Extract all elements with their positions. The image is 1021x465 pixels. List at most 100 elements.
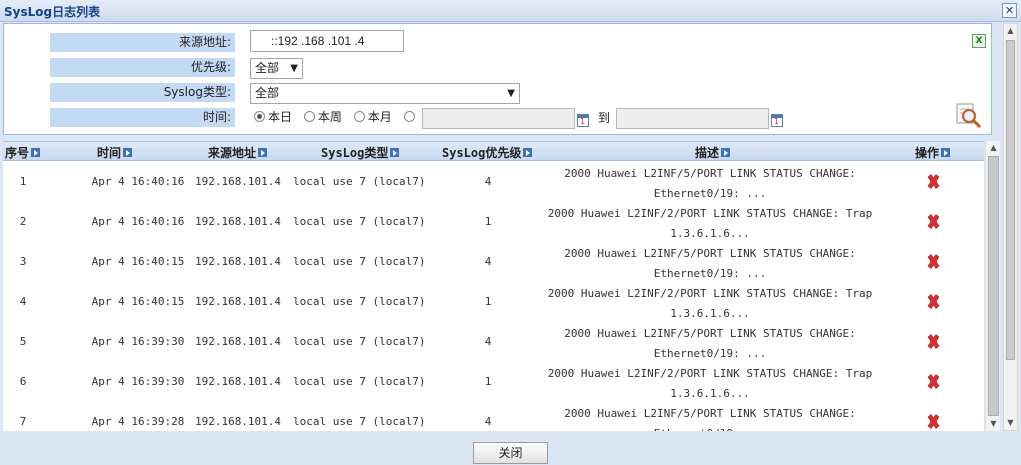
description-line: 2000 Huawei L2INF/5/PORT LINK STATUS CHA… bbox=[564, 327, 856, 340]
delete-x-icon[interactable] bbox=[926, 374, 941, 389]
table-row: 4 Apr 4 16:40:15 192.168.101.4 local use 7 … bbox=[3, 281, 984, 321]
cell-description: 2000 Huawei L2INF/2/PORT LINK STATUS CHA… bbox=[543, 284, 877, 324]
cell-priority: 1 bbox=[484, 215, 492, 228]
time-option-month[interactable]: 本月 bbox=[353, 108, 392, 127]
cell-description: 2000 Huawei L2INF/2/PORT LINK STATUS CHA… bbox=[543, 364, 877, 404]
calendar-icon[interactable] bbox=[577, 114, 589, 127]
search-magnifier-icon[interactable] bbox=[954, 101, 984, 131]
time-options: 本日 本周 本月 bbox=[254, 108, 426, 127]
source-filter-row: 来源地址: ::192 .168 .101 .4 bbox=[4, 30, 993, 54]
cell-priority: 4 bbox=[484, 415, 492, 428]
scroll-down-icon[interactable]: ▼ bbox=[1004, 416, 1017, 430]
radio-icon bbox=[303, 111, 315, 122]
description-line: Ethernet0/19: ... bbox=[543, 424, 877, 431]
table-row: 2 Apr 4 16:40:16 192.168.101.4 local use 7 … bbox=[3, 201, 984, 241]
sort-icon bbox=[523, 148, 533, 157]
time-label: 时间: bbox=[50, 108, 235, 127]
scroll-thumb[interactable] bbox=[988, 156, 999, 416]
column-header-id[interactable]: 序号 bbox=[5, 144, 41, 161]
priority-select-value: 全部 bbox=[255, 61, 280, 75]
radio-icon bbox=[254, 111, 265, 122]
delete-x-icon[interactable] bbox=[926, 334, 941, 349]
cell-type: local use 7 (local7) bbox=[293, 375, 426, 388]
window-title: SysLog日志列表 bbox=[4, 5, 101, 19]
cell-type: local use 7 (local7) bbox=[293, 215, 426, 228]
cell-id: 6 bbox=[19, 375, 27, 388]
to-label: 到 bbox=[598, 111, 611, 125]
scroll-up-icon[interactable]: ▲ bbox=[1004, 24, 1017, 38]
source-address-input[interactable]: ::192 .168 .101 .4 bbox=[250, 30, 404, 52]
cell-id: 2 bbox=[19, 215, 27, 228]
dialog-footer: 关闭 bbox=[0, 433, 1021, 465]
sort-icon bbox=[390, 148, 400, 157]
delete-x-icon[interactable] bbox=[926, 414, 941, 429]
delete-x-icon[interactable] bbox=[926, 174, 941, 189]
window-close-icon[interactable]: ✕ bbox=[1002, 3, 1017, 18]
cell-source: 192.168.101.4 bbox=[194, 415, 282, 428]
delete-x-icon[interactable] bbox=[926, 254, 941, 269]
syslog-type-select[interactable]: 全部 ▼ bbox=[250, 83, 520, 104]
cell-source: 192.168.101.4 bbox=[194, 295, 282, 308]
table-row: 3 Apr 4 16:40:15 192.168.101.4 local use 7 … bbox=[3, 241, 984, 281]
sort-icon bbox=[123, 148, 133, 157]
cell-source: 192.168.101.4 bbox=[194, 335, 282, 348]
priority-filter-row: 优先级: 全部 ▼ bbox=[4, 58, 993, 79]
cell-priority: 1 bbox=[484, 375, 492, 388]
cell-priority: 1 bbox=[484, 295, 492, 308]
column-header-source[interactable]: 来源地址 bbox=[208, 144, 268, 161]
cell-type: local use 7 (local7) bbox=[293, 335, 426, 348]
column-header-action[interactable]: 操作 bbox=[915, 144, 951, 161]
filter-panel: X 来源地址: ::192 .168 .101 .4 优先级: 全部 ▼ Sys… bbox=[3, 23, 992, 135]
table-scrollbar[interactable]: ▲ ▼ bbox=[985, 141, 1000, 431]
cell-source: 192.168.101.4 bbox=[194, 175, 282, 188]
table-row: 5 Apr 4 16:39:30 192.168.101.4 local use 7 … bbox=[3, 321, 984, 361]
calendar-icon[interactable] bbox=[771, 114, 783, 127]
column-header-time[interactable]: 时间 bbox=[97, 144, 133, 161]
scroll-up-icon[interactable]: ▲ bbox=[986, 141, 1001, 155]
sort-icon bbox=[721, 148, 731, 157]
radio-icon bbox=[353, 111, 365, 122]
cell-description: 2000 Huawei L2INF/5/PORT LINK STATUS CHA… bbox=[543, 324, 877, 364]
chevron-down-icon: ▼ bbox=[290, 63, 298, 74]
description-line: 2000 Huawei L2INF/5/PORT LINK STATUS CHA… bbox=[564, 247, 856, 260]
grid-header: 序号 时间 来源地址 SysLog类型 SysLog优先级 描述 操作 bbox=[3, 141, 984, 161]
end-date-input[interactable] bbox=[616, 108, 769, 129]
chevron-down-icon: ▼ bbox=[507, 88, 515, 99]
column-header-priority[interactable]: SysLog优先级 bbox=[442, 144, 533, 161]
delete-x-icon[interactable] bbox=[926, 214, 941, 229]
type-filter-row: Syslog类型: 全部 ▼ bbox=[4, 83, 993, 104]
sort-icon bbox=[941, 148, 951, 157]
scroll-thumb[interactable] bbox=[1006, 40, 1015, 360]
type-select-value: 全部 bbox=[255, 86, 280, 100]
description-line: 2000 Huawei L2INF/5/PORT LINK STATUS CHA… bbox=[564, 167, 856, 180]
priority-select[interactable]: 全部 ▼ bbox=[250, 58, 303, 79]
column-header-desc[interactable]: 描述 bbox=[695, 144, 731, 161]
table-row: 6 Apr 4 16:39:30 192.168.101.4 local use 7 … bbox=[3, 361, 984, 401]
delete-x-icon[interactable] bbox=[926, 294, 941, 309]
description-line: 2000 Huawei L2INF/2/PORT LINK STATUS CHA… bbox=[547, 367, 873, 380]
cell-priority: 4 bbox=[484, 175, 492, 188]
window-titlebar: SysLog日志列表 ✕ bbox=[0, 0, 1021, 22]
cell-type: local use 7 (local7) bbox=[293, 415, 426, 428]
cell-id: 3 bbox=[19, 255, 27, 268]
start-date-input[interactable] bbox=[422, 108, 575, 129]
time-option-week[interactable]: 本周 bbox=[303, 108, 342, 127]
time-option-today[interactable]: 本日 bbox=[254, 108, 292, 127]
priority-label: 优先级: bbox=[50, 58, 235, 77]
cell-description: 2000 Huawei L2INF/2/PORT LINK STATUS CHA… bbox=[543, 204, 877, 244]
cell-type: local use 7 (local7) bbox=[293, 295, 426, 308]
sort-icon bbox=[31, 148, 41, 157]
cell-description: 2000 Huawei L2INF/5/PORT LINK STATUS CHA… bbox=[543, 404, 877, 431]
window-scrollbar[interactable]: ▲ ▼ bbox=[1003, 23, 1018, 431]
table-row: 1 Apr 4 16:40:16 192.168.101.4 local use 7 … bbox=[3, 161, 984, 201]
time-option-custom[interactable] bbox=[403, 108, 418, 127]
column-header-type[interactable]: SysLog类型 bbox=[321, 144, 400, 161]
cell-description: 2000 Huawei L2INF/5/PORT LINK STATUS CHA… bbox=[543, 244, 877, 284]
cell-type: local use 7 (local7) bbox=[293, 175, 426, 188]
close-button[interactable]: 关闭 bbox=[473, 442, 548, 464]
sort-icon bbox=[258, 148, 268, 157]
description-line: 2000 Huawei L2INF/5/PORT LINK STATUS CHA… bbox=[564, 407, 856, 420]
table-row: 7 Apr 4 16:39:28 192.168.101.4 local use 7 … bbox=[3, 401, 984, 431]
cell-priority: 4 bbox=[484, 335, 492, 348]
scroll-down-icon[interactable]: ▼ bbox=[986, 417, 1001, 431]
